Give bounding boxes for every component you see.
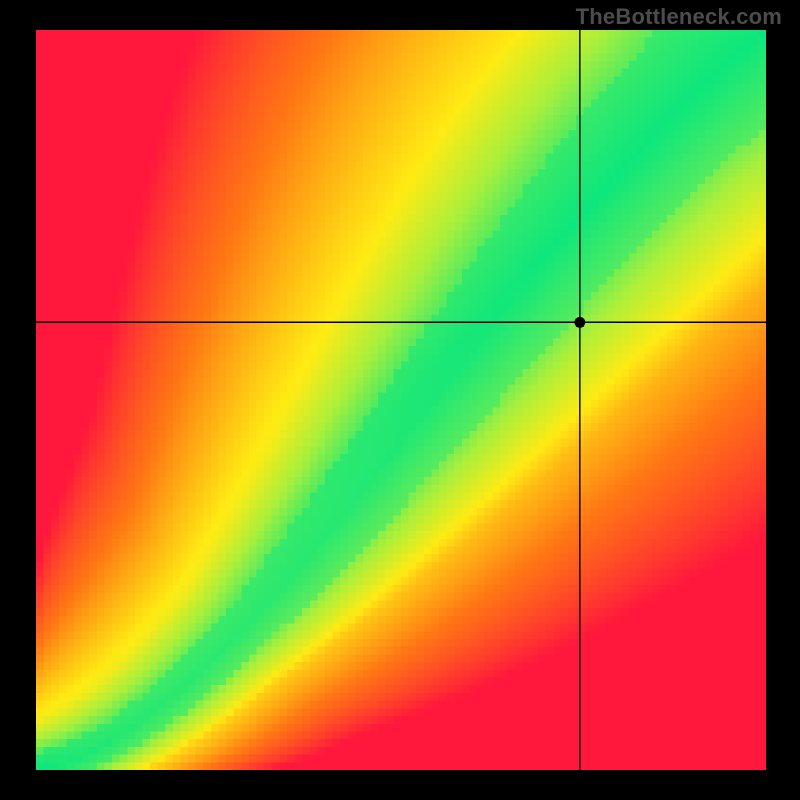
- watermark-text: TheBottleneck.com: [576, 4, 782, 30]
- chart-frame: TheBottleneck.com: [0, 0, 800, 800]
- crosshair-overlay: [36, 30, 766, 770]
